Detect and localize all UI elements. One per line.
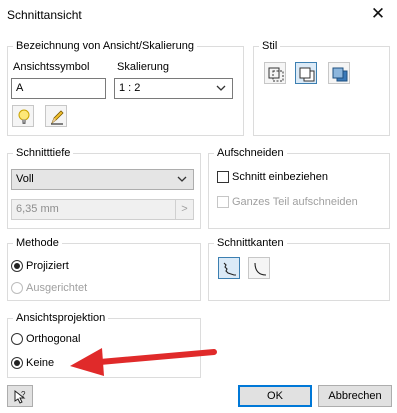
annotation-arrow [70,348,217,376]
slice-group-label: Aufschneiden [214,146,287,160]
designation-group-label: Bezeichnung von Ansicht/Skalierung [13,39,197,53]
aligned-label: Ausgerichtet [26,282,88,294]
cancel-button[interactable]: Abbrechen [318,385,392,407]
depth-value: Voll [16,173,34,185]
hidden-lines-removed-style-icon [299,67,315,82]
depth-distance-input: 6,35 mm > [11,199,194,220]
shaded-style-icon [332,67,348,82]
style-hidden-removed-button[interactable] [295,62,317,84]
cut-edges-group-label: Schnittkanten [214,236,287,250]
style-hidden-lines-button[interactable] [264,62,286,84]
scale-value: 1 : 2 [119,82,141,94]
none-radio[interactable] [11,357,23,369]
annotation-arrow-head [70,348,104,376]
default-cut-edges-icon [254,262,267,276]
default-cut-edges-button[interactable] [248,257,270,279]
ok-button[interactable]: OK [238,385,312,407]
view-symbol-input[interactable]: A [11,78,106,99]
close-icon[interactable]: ✕ [367,3,389,25]
svg-text:?: ? [21,390,26,399]
scale-label: Skalierung [117,61,169,73]
scale-select[interactable]: 1 : 2 [114,78,233,99]
chevron-right-icon: > [175,200,193,219]
slice-group: Aufschneiden [208,146,390,229]
depth-select[interactable]: Voll [11,169,194,190]
title-bar: Schnittansicht ✕ [0,0,397,30]
include-slice-checkbox[interactable] [217,171,229,183]
method-group-label: Methode [13,236,62,250]
include-slice-label: Schnitt einbeziehen [232,171,329,183]
style-shaded-button[interactable] [328,62,350,84]
window-title: Schnittansicht [7,8,82,22]
slice-whole-part-checkbox [217,196,229,208]
annotation-arrow-shaft [97,349,217,365]
hidden-lines-style-icon [268,67,284,82]
depth-distance-value: 6,35 mm [16,203,59,215]
orthogonal-radio[interactable] [11,333,23,345]
none-label: Keine [26,357,55,369]
help-button[interactable]: ? [7,385,33,407]
projection-group-label: Ansichtsprojektion [13,311,109,325]
edit-label-button[interactable] [45,105,67,127]
view-symbol-label: Ansichtssymbol [13,61,90,73]
aligned-radio [11,282,23,294]
projected-radio[interactable] [11,260,23,272]
chevron-down-icon [177,176,187,182]
pencil-icon [51,110,64,125]
lightbulb-icon [18,109,30,124]
help-icon: ? [14,389,26,404]
style-group-label: Stil [259,39,281,53]
lightbulb-button[interactable] [12,105,34,127]
smooth-cut-edges-icon [223,262,236,276]
style-group: Stil [253,39,390,136]
slice-whole-part-label: Ganzes Teil aufschneiden [232,196,358,208]
depth-group-label: Schnitttiefe [13,146,74,160]
smooth-cut-edges-button[interactable] [218,257,240,279]
chevron-down-icon [216,85,226,91]
projected-label: Projiziert [26,260,69,272]
